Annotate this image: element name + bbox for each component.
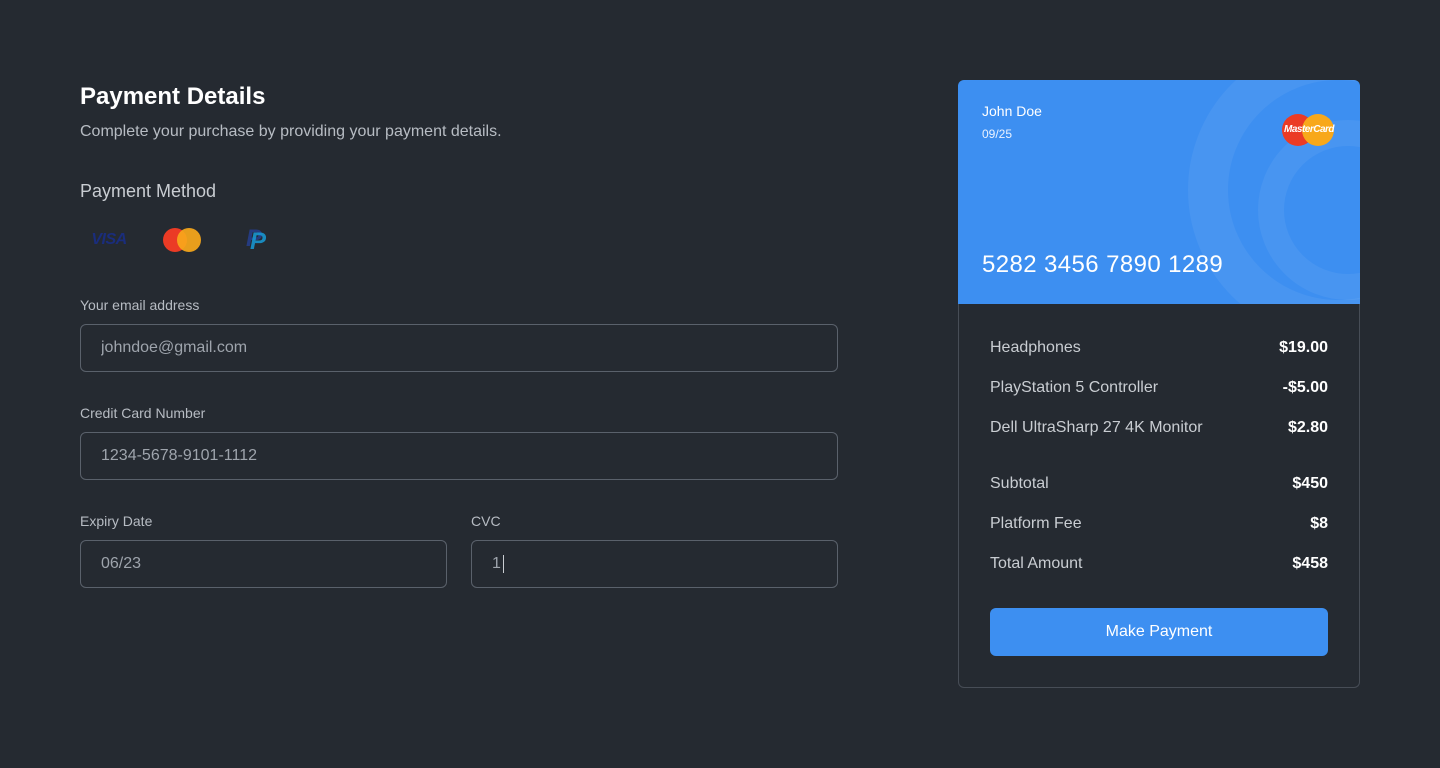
credit-card-preview: John Doe 09/25 MasterCard 5282 3456 7890… xyxy=(958,80,1360,304)
payment-method-list: VISA P P xyxy=(80,226,838,254)
expiry-label: Expiry Date xyxy=(80,513,153,529)
payment-form: Payment Details Complete your purchase b… xyxy=(80,82,838,588)
visa-icon: VISA xyxy=(91,231,127,248)
paypal-icon: P P xyxy=(246,225,267,255)
expiry-group: Expiry Date xyxy=(80,512,447,588)
email-field-box[interactable] xyxy=(80,324,838,372)
page-title: Payment Details xyxy=(80,83,266,110)
expiry-field-box[interactable] xyxy=(80,540,447,588)
total-label: Total Amount xyxy=(990,555,1083,572)
platform-fee-amount: $8 xyxy=(1310,515,1328,532)
order-summary: Headphones $19.00 PlayStation 5 Controll… xyxy=(958,304,1360,688)
order-panel: John Doe 09/25 MasterCard 5282 3456 7890… xyxy=(958,80,1360,688)
subtotal-row: Subtotal $450 xyxy=(990,464,1328,504)
card-number-group: Credit Card Number xyxy=(80,404,838,480)
email-group: Your email address xyxy=(80,296,838,372)
cvc-group: CVC 1 xyxy=(471,512,838,588)
expiry-field[interactable] xyxy=(101,555,426,573)
cvc-value: 1 xyxy=(492,555,501,572)
item-price: -$5.00 xyxy=(1282,379,1328,396)
card-number-label: Credit Card Number xyxy=(80,405,206,421)
make-payment-button[interactable]: Make Payment xyxy=(990,608,1328,656)
item-name: Dell UltraSharp 27 4K Monitor xyxy=(990,419,1203,436)
page-subtitle: Complete your purchase by providing your… xyxy=(80,123,502,140)
card-number-display: 5282 3456 7890 1289 xyxy=(982,251,1224,278)
list-item: PlayStation 5 Controller -$5.00 xyxy=(990,368,1328,408)
platform-fee-label: Platform Fee xyxy=(990,515,1082,532)
cvc-label: CVC xyxy=(471,513,501,529)
list-item: Headphones $19.00 xyxy=(990,328,1328,368)
payment-page: Payment Details Complete your purchase b… xyxy=(0,0,1440,768)
card-holder-name: John Doe xyxy=(982,103,1042,119)
expiry-cvc-row: Expiry Date CVC 1 xyxy=(80,512,838,588)
payment-method-label: Payment Method xyxy=(80,181,217,201)
item-price: $2.80 xyxy=(1287,419,1328,436)
card-number-field[interactable] xyxy=(101,447,817,465)
mastercard-icon: MasterCard xyxy=(1282,114,1336,146)
subtotal-amount: $450 xyxy=(1292,475,1328,492)
item-name: PlayStation 5 Controller xyxy=(990,379,1159,396)
card-number-field-box[interactable] xyxy=(80,432,838,480)
email-field[interactable] xyxy=(101,339,817,357)
email-label: Your email address xyxy=(80,297,200,313)
card-expiry: 09/25 xyxy=(982,127,1013,141)
total-amount: $458 xyxy=(1292,555,1328,572)
cvc-field[interactable]: 1 xyxy=(471,540,838,588)
total-row: Total Amount $458 xyxy=(990,544,1328,584)
list-item: Dell UltraSharp 27 4K Monitor $2.80 xyxy=(990,408,1328,448)
platform-fee-row: Platform Fee $8 xyxy=(990,504,1328,544)
mastercard-logo-text: MasterCard xyxy=(1283,124,1335,135)
mastercard-icon xyxy=(163,228,203,252)
payment-method-paypal[interactable]: P P xyxy=(228,226,286,254)
payment-method-mastercard[interactable] xyxy=(154,226,212,254)
payment-method-visa[interactable]: VISA xyxy=(80,226,138,254)
item-price: $19.00 xyxy=(1279,339,1328,356)
subtotal-label: Subtotal xyxy=(990,475,1049,492)
item-name: Headphones xyxy=(990,339,1081,356)
text-caret xyxy=(502,555,504,573)
